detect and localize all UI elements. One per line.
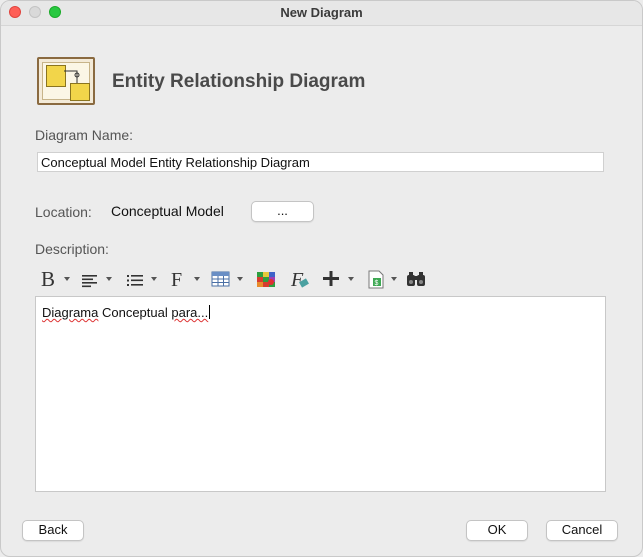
location-value: Conceptual Model (111, 203, 224, 219)
clear-format-button[interactable]: F (290, 267, 312, 291)
description-word-3: para... (171, 305, 209, 320)
svg-text:B: B (41, 267, 55, 291)
description-word-2: Conceptual (98, 305, 172, 320)
location-label: Location: (35, 204, 92, 220)
description-text: Diagrama Conceptual para... (42, 305, 211, 320)
diagram-name-label: Diagram Name: (35, 127, 134, 143)
list-button[interactable] (126, 267, 158, 291)
file-icon: $ (368, 270, 384, 289)
list-icon (127, 275, 143, 286)
dialog-heading: Entity Relationship Diagram (112, 71, 366, 92)
title-bar: New Diagram (1, 1, 642, 26)
file-button[interactable]: $ (367, 267, 401, 291)
description-label: Description: (35, 241, 109, 257)
font-icon: F (171, 269, 182, 291)
svg-text:F: F (290, 269, 304, 291)
clear-format-icon: F (290, 269, 309, 291)
find-icon (407, 272, 425, 286)
bold-button[interactable]: B (41, 267, 71, 291)
svg-text:$: $ (375, 280, 379, 287)
color-button[interactable] (256, 267, 278, 291)
description-editor[interactable]: Diagrama Conceptual para... (35, 296, 606, 492)
align-button[interactable] (81, 267, 113, 291)
table-button[interactable] (211, 267, 245, 291)
er-diagram-icon (37, 57, 95, 105)
table-icon (211, 271, 230, 287)
svg-text:F: F (171, 269, 182, 291)
back-button[interactable]: Back (22, 520, 84, 541)
description-word-1: Diagrama (42, 305, 99, 320)
diagram-name-input[interactable]: Conceptual Model Entity Relationship Dia… (37, 152, 604, 172)
font-button[interactable]: F (170, 267, 202, 291)
new-diagram-dialog: New Diagram Entity Relationship Diagram … (0, 0, 643, 557)
text-cursor (209, 305, 211, 319)
window-title: New Diagram (280, 5, 363, 20)
insert-button[interactable] (322, 267, 356, 291)
color-icon (257, 272, 275, 287)
browse-location-button[interactable]: ... (251, 201, 314, 222)
align-icon (82, 275, 97, 288)
insert-icon (323, 271, 339, 286)
find-button[interactable] (406, 267, 430, 291)
cancel-button[interactable]: Cancel (546, 520, 618, 541)
ok-button[interactable]: OK (466, 520, 528, 541)
